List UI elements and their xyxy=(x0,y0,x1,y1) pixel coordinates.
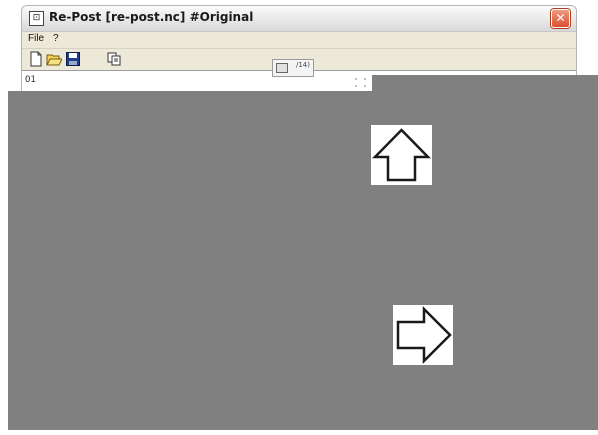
save-button[interactable] xyxy=(65,51,81,67)
menu-file[interactable]: File xyxy=(28,33,44,44)
screenshot-stage: ⊡ Re-Post [re-post.nc] #Original ✕ File … xyxy=(0,0,598,435)
copy-icon xyxy=(107,52,121,66)
new-file-icon xyxy=(30,51,42,67)
open-file-button[interactable] xyxy=(46,51,63,67)
app-icon: ⊡ xyxy=(29,11,44,26)
floating-toolbar[interactable]: /14) xyxy=(272,59,314,77)
window-title: Re-Post [re-post.nc] #Original xyxy=(49,10,254,24)
menu-bar: File ? xyxy=(22,32,576,49)
gray-overlay xyxy=(8,91,598,430)
open-folder-icon xyxy=(46,54,63,66)
tool-label: /14) xyxy=(296,61,310,69)
resize-grip-icon[interactable] xyxy=(354,77,368,89)
tool-window-icon xyxy=(276,63,288,73)
arrow-up-icon xyxy=(372,128,431,182)
title-bar[interactable]: ⊡ Re-Post [re-post.nc] #Original ✕ xyxy=(22,6,576,32)
editor-line: O1 xyxy=(25,75,36,85)
copy-button[interactable] xyxy=(106,51,122,67)
scroll-right-button[interactable] xyxy=(393,305,453,365)
close-button[interactable]: ✕ xyxy=(551,9,570,28)
arrow-right-icon xyxy=(396,305,452,365)
close-icon: ✕ xyxy=(555,11,566,25)
scroll-up-button[interactable] xyxy=(371,125,432,185)
overlay-top-extension xyxy=(372,75,598,92)
menu-help[interactable]: ? xyxy=(53,33,59,44)
new-file-button[interactable] xyxy=(28,51,44,67)
save-disk-icon xyxy=(66,52,80,66)
